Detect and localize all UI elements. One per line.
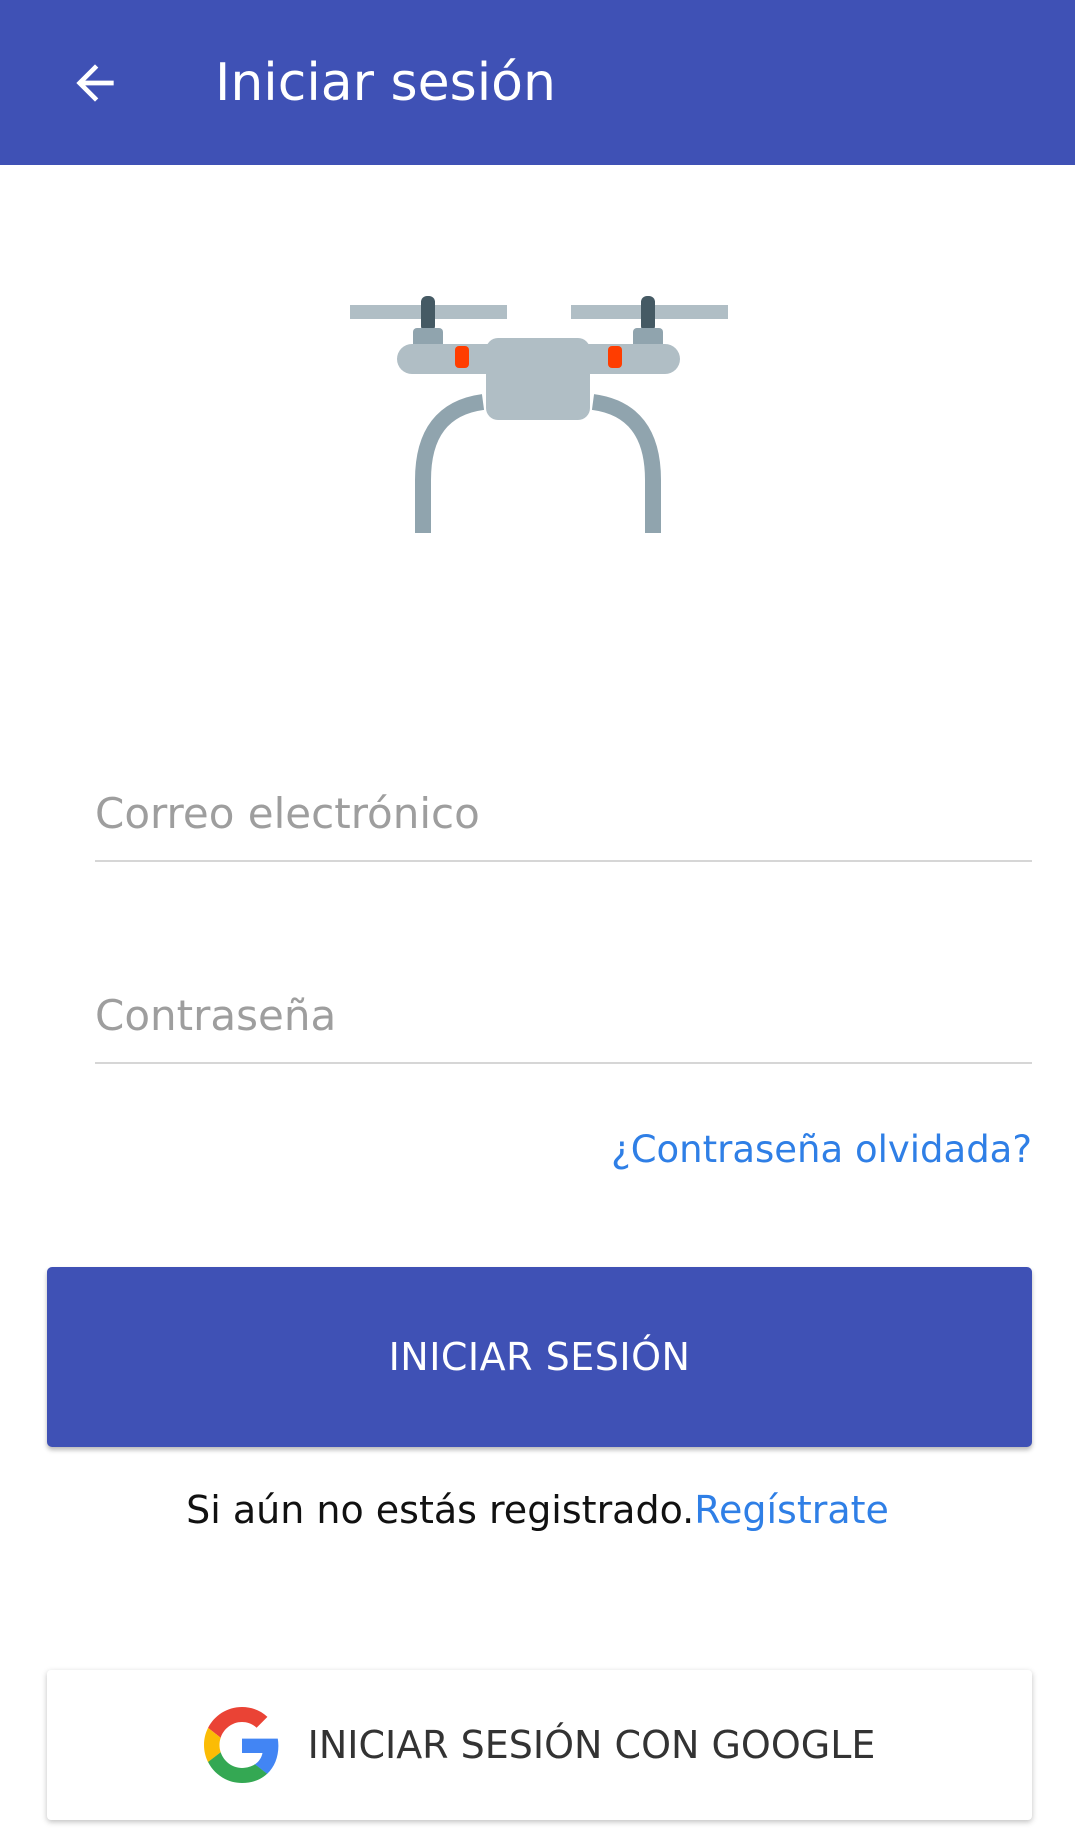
google-sign-in-label: INICIAR SESIÓN CON GOOGLE [307,1723,876,1767]
email-field[interactable] [95,770,1032,856]
back-button[interactable] [52,40,138,126]
email-field-container [95,770,1032,862]
password-field-container [95,972,1032,1064]
password-field[interactable] [95,972,1032,1058]
drone-icon [350,296,728,533]
register-prompt: Si aún no estás registrado. [186,1488,695,1532]
arrow-back-icon [76,64,114,102]
google-logo-icon [203,1707,280,1783]
register-row: Si aún no estás registrado.Regístrate [0,1488,1075,1532]
forgot-password-link[interactable]: ¿Contraseña olvidada? [611,1128,1032,1171]
login-button-label: INICIAR SESIÓN [388,1335,691,1379]
register-link[interactable]: Regístrate [694,1488,889,1532]
google-sign-in-button[interactable]: INICIAR SESIÓN CON GOOGLE [47,1670,1032,1820]
page-title: Iniciar sesión [215,53,556,113]
app-bar: Iniciar sesión [0,0,1075,165]
drone-illustration [343,290,733,540]
login-button[interactable]: INICIAR SESIÓN [47,1267,1032,1447]
